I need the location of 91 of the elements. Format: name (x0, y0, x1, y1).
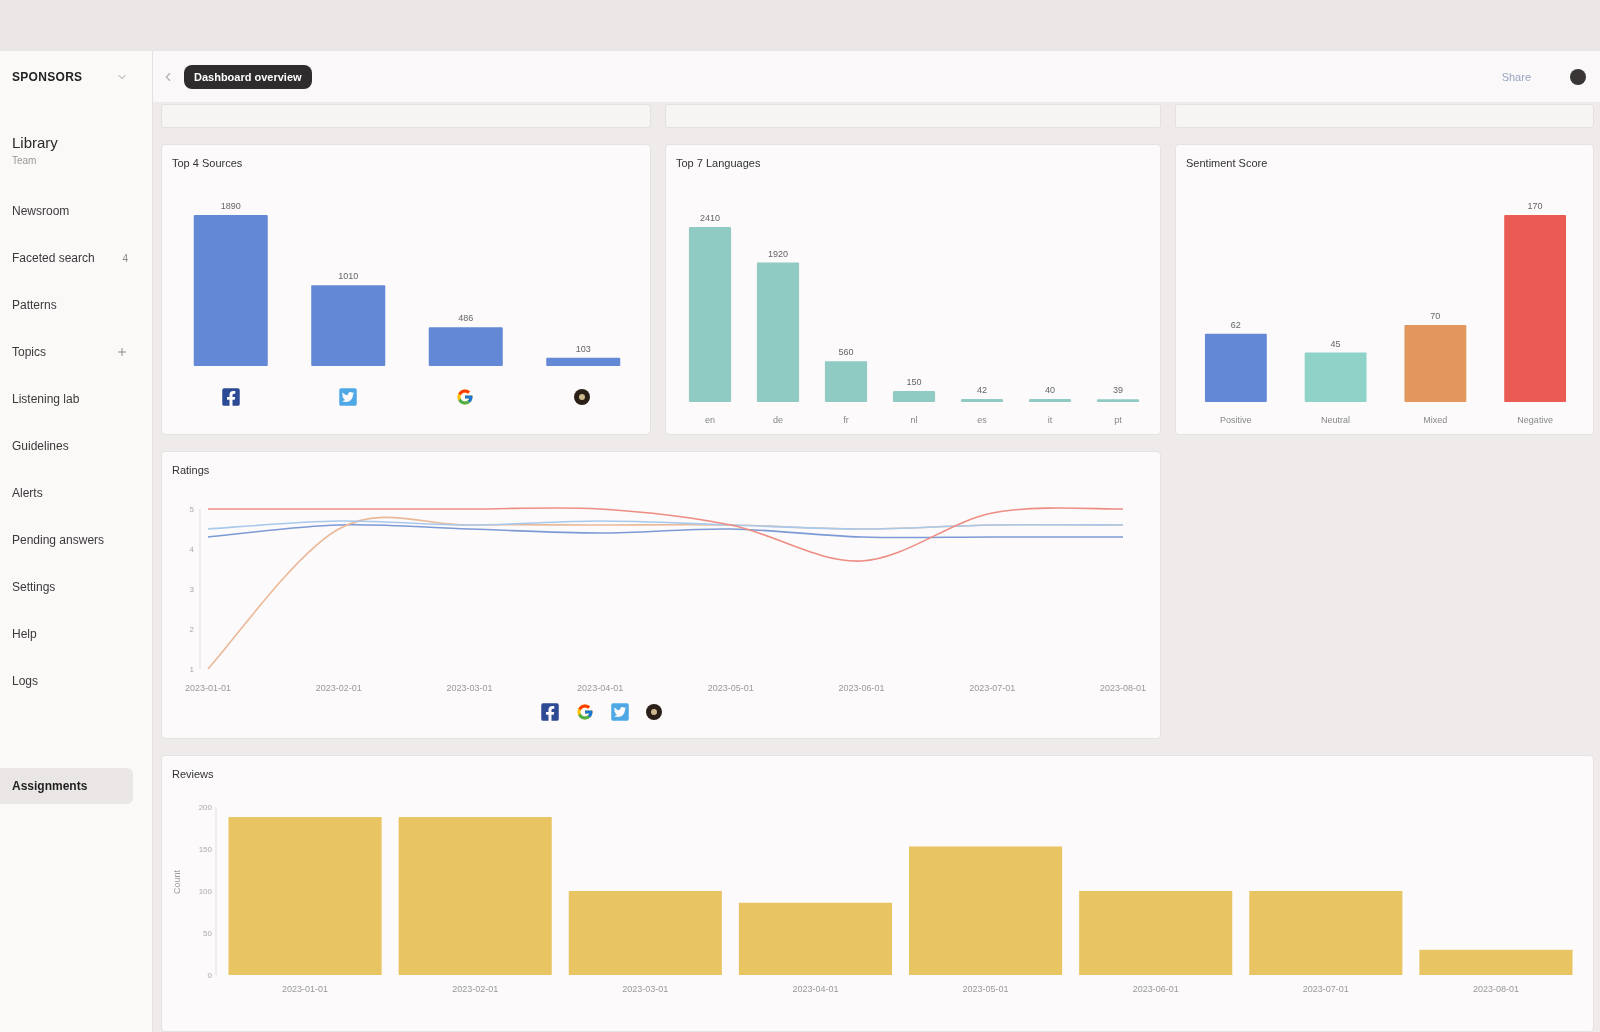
panel-title: Reviews (172, 767, 215, 782)
panel-title: Ratings (172, 463, 211, 478)
bar (1028, 399, 1072, 402)
google-icon (576, 703, 594, 721)
category-label: pt (1114, 415, 1122, 425)
x-tick-label: 2023-01-01 (282, 984, 329, 994)
axis-title: Count (172, 870, 182, 894)
value-label: 40 (1045, 385, 1055, 396)
sidebar-title: Library (11, 134, 59, 152)
x-tick-label: 2023-03-01 (622, 984, 669, 994)
value-label: 62 (1230, 319, 1241, 330)
value-label: 1010 (338, 271, 359, 282)
sidebar-item[interactable]: Topics (0, 337, 152, 367)
y-tick-label: 1 (189, 665, 194, 674)
view-button[interactable]: Dashboard overview (184, 64, 312, 89)
value-label: 39 (1113, 385, 1123, 396)
y-tick-label: 4 (189, 545, 194, 554)
category-label: Positive (1220, 415, 1252, 425)
category-label: fr (843, 415, 849, 425)
avatar-icon[interactable] (1570, 68, 1586, 85)
workspace-name: SPONSORS (12, 69, 83, 84)
google-icon (455, 388, 474, 406)
category-label: Negative (1517, 415, 1553, 425)
y-tick-label: 3 (189, 585, 194, 594)
category-label: nl (910, 415, 918, 425)
x-tick-label: 2023-02-01 (452, 984, 499, 994)
value-label: 45 (1330, 338, 1341, 349)
value-label: 560 (838, 347, 854, 358)
sidebar-item[interactable]: Assignments (0, 768, 133, 804)
x-tick-label: 2023-08-01 (1472, 984, 1519, 994)
y-tick-label: 5 (189, 505, 194, 514)
x-tick-label: 2023-06-01 (1132, 984, 1179, 994)
sidebar-item[interactable]: Listening lab (0, 384, 152, 414)
y-tick-label: 150 (198, 845, 212, 854)
category-label: de (773, 415, 783, 425)
value-label: 170 (1527, 201, 1543, 211)
ring-icon (646, 704, 662, 720)
bar (960, 398, 1004, 402)
facebook-icon (540, 702, 560, 722)
item-count: 4 (122, 252, 128, 264)
ring-icon (573, 389, 590, 405)
bar (1096, 399, 1140, 402)
y-tick-label: 2 (189, 625, 194, 634)
sidebar-item[interactable]: Logs (0, 666, 152, 696)
panel-title: Top 7 Languages (676, 156, 762, 171)
x-tick-label: 2023-05-01 (962, 984, 1009, 994)
bar (892, 391, 936, 402)
category-label: es (977, 415, 987, 425)
category-label: Neutral (1321, 415, 1351, 425)
sidebar-item[interactable]: Pending answers (0, 525, 152, 555)
category-label: Mixed (1423, 415, 1448, 425)
bar (824, 361, 868, 402)
panel-title: Top 4 Sources (172, 156, 244, 171)
sidebar-subtitle: Team (11, 155, 38, 167)
sidebar-item[interactable]: Settings (0, 572, 152, 602)
x-tick-label: 2023-07-01 (1302, 984, 1349, 994)
twitter-icon (337, 387, 358, 407)
sidebar-item[interactable]: Help (0, 619, 152, 649)
x-tick-label: 2023-01-01 (185, 683, 231, 693)
twitter-icon (610, 702, 630, 722)
plus-icon[interactable] (116, 346, 128, 358)
value-label: 70 (1430, 311, 1441, 321)
x-tick-label: 2023-08-01 (1100, 683, 1146, 693)
bar (1304, 352, 1367, 402)
value-label: 103 (575, 343, 591, 354)
y-tick-label: 200 (198, 803, 212, 812)
sidebar-item[interactable]: Patterns (0, 290, 152, 320)
sidebar-item[interactable]: Faceted search 4 (0, 243, 152, 273)
y-tick-label: 100 (198, 887, 212, 896)
sidebar-item[interactable]: Alerts (0, 478, 152, 508)
x-tick-label: 2023-02-01 (315, 683, 362, 693)
value-label: 150 (906, 377, 922, 388)
panel-title: Sentiment Score (1186, 156, 1269, 171)
value-label: 1890 (220, 201, 241, 211)
facebook-icon (220, 387, 241, 407)
category-label: en (705, 415, 715, 425)
value-label: 2410 (700, 213, 720, 223)
sidebar-item[interactable]: Guidelines (0, 431, 152, 461)
x-tick-label: 2023-07-01 (969, 683, 1016, 693)
x-tick-label: 2023-04-01 (577, 683, 624, 693)
bar (1204, 333, 1267, 402)
category-label: it (1047, 415, 1053, 425)
value-label: 486 (458, 313, 474, 324)
x-tick-label: 2023-06-01 (838, 683, 885, 693)
y-tick-label: 50 (203, 929, 212, 938)
x-tick-label: 2023-05-01 (707, 683, 754, 693)
sidebar-item[interactable]: Newsroom (0, 196, 152, 226)
value-label: 1920 (768, 248, 788, 259)
x-tick-label: 2023-04-01 (792, 984, 839, 994)
x-tick-label: 2023-03-01 (446, 683, 493, 693)
value-label: 42 (977, 384, 987, 395)
